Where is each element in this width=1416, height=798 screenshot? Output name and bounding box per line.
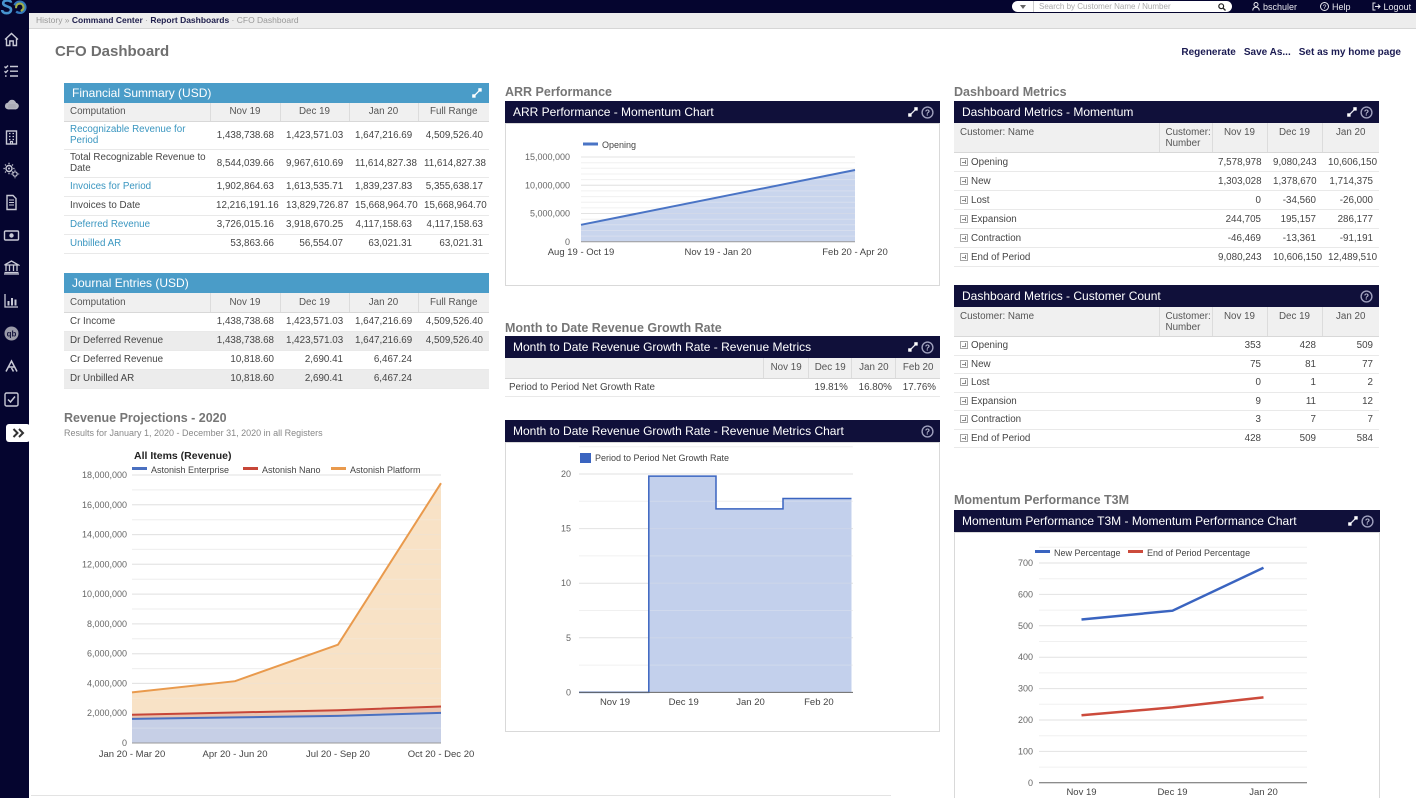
svg-text:0: 0 [566, 687, 571, 697]
svg-text:15: 15 [561, 524, 571, 534]
svg-text:?: ? [925, 107, 930, 117]
svg-text:?: ? [1364, 107, 1369, 117]
svg-text:400: 400 [1018, 652, 1033, 662]
svg-text:600: 600 [1018, 589, 1033, 599]
svg-text:0: 0 [565, 237, 570, 247]
svg-text:?: ? [925, 426, 930, 436]
svg-text:?: ? [1323, 4, 1327, 11]
svg-text:qb: qb [7, 330, 17, 339]
svg-text:Jan 20: Jan 20 [736, 697, 765, 708]
svg-text:15,000,000: 15,000,000 [525, 152, 570, 162]
svg-text:700: 700 [1018, 558, 1033, 568]
svg-text:Nov 19 - Jan 20: Nov 19 - Jan 20 [684, 247, 751, 258]
svg-text:Oct 20 - Dec 20: Oct 20 - Dec 20 [408, 749, 475, 760]
svg-text:Feb 20 - Apr 20: Feb 20 - Apr 20 [822, 247, 887, 258]
svg-text:Dec 19: Dec 19 [1157, 787, 1187, 798]
svg-text:0: 0 [122, 738, 127, 748]
svg-text:?: ? [925, 342, 930, 352]
svg-text:Dec 19: Dec 19 [669, 697, 699, 708]
svg-text:All Items (Revenue): All Items (Revenue) [134, 450, 231, 462]
svg-text:18,000,000: 18,000,000 [82, 470, 127, 480]
svg-text:10,000,000: 10,000,000 [525, 180, 570, 190]
svg-text:10,000,000: 10,000,000 [82, 589, 127, 599]
svg-text:5,000,000: 5,000,000 [530, 209, 570, 219]
svg-text:200: 200 [1018, 715, 1033, 725]
svg-text:Aug 19 - Oct 19: Aug 19 - Oct 19 [548, 247, 615, 258]
svg-text:4,000,000: 4,000,000 [87, 678, 127, 688]
svg-text:14,000,000: 14,000,000 [82, 530, 127, 540]
svg-text:Nov 19: Nov 19 [600, 697, 630, 708]
svg-text:End of Period Percentage: End of Period Percentage [1147, 548, 1250, 558]
svg-text:Astonish Nano: Astonish Nano [262, 465, 321, 475]
svg-text:Jan 20: Jan 20 [1249, 787, 1278, 798]
svg-text:8,000,000: 8,000,000 [87, 619, 127, 629]
svg-text:?: ? [1364, 291, 1369, 301]
svg-text:12,000,000: 12,000,000 [82, 559, 127, 569]
svg-text:Astonish Platform: Astonish Platform [350, 465, 421, 475]
svg-text:10: 10 [561, 578, 571, 588]
svg-text:20: 20 [561, 469, 571, 479]
svg-text:Jul 20 - Sep 20: Jul 20 - Sep 20 [306, 749, 370, 760]
svg-text:300: 300 [1018, 684, 1033, 694]
svg-text:Period to Period Net Growth Ra: Period to Period Net Growth Rate [595, 453, 729, 463]
svg-text:Opening: Opening [602, 140, 636, 150]
svg-text:Apr 20 - Jun 20: Apr 20 - Jun 20 [203, 749, 268, 760]
svg-text:Nov 19: Nov 19 [1066, 787, 1096, 798]
svg-text:Astonish Enterprise: Astonish Enterprise [151, 465, 229, 475]
svg-text:Feb 20: Feb 20 [804, 697, 834, 708]
svg-text:100: 100 [1018, 746, 1033, 756]
svg-text:2,000,000: 2,000,000 [87, 708, 127, 718]
svg-text:Jan 20 - Mar 20: Jan 20 - Mar 20 [99, 749, 166, 760]
svg-text:5: 5 [566, 633, 571, 643]
svg-text:0: 0 [1028, 778, 1033, 788]
svg-text:16,000,000: 16,000,000 [82, 500, 127, 510]
svg-text:New Percentage: New Percentage [1054, 548, 1121, 558]
svg-text:6,000,000: 6,000,000 [87, 649, 127, 659]
svg-text:?: ? [1365, 516, 1370, 526]
svg-text:500: 500 [1018, 621, 1033, 631]
